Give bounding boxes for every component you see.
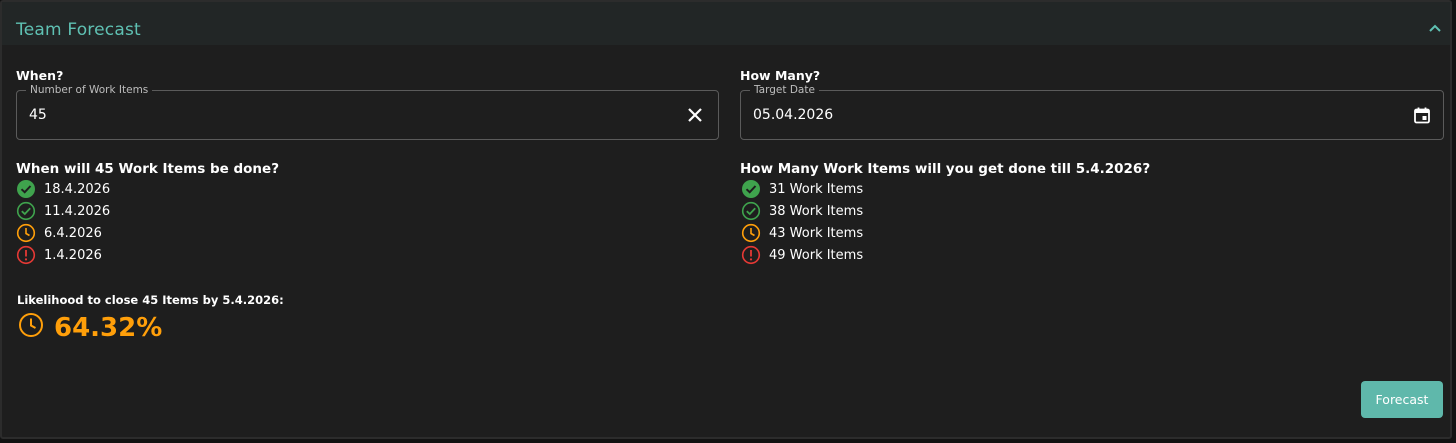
when-result-row: 6.4.2026 <box>16 223 102 243</box>
number-of-work-items-value[interactable]: 45 <box>29 107 47 123</box>
how-many-result-text: 43 Work Items <box>769 225 864 241</box>
clock-icon <box>16 223 36 243</box>
how-many-result-row: 31 Work Items <box>741 179 863 199</box>
number-of-work-items-legend: Number of Work Items <box>26 83 153 97</box>
team-forecast-panel: Team Forecast When? Number of Work Items… <box>0 0 1452 439</box>
how-many-question: How Many Work Items will you get done ti… <box>740 161 1151 177</box>
when-result-text: 11.4.2026 <box>44 203 111 219</box>
alert-circle-icon <box>16 245 36 265</box>
check-circle-outline-icon <box>741 201 761 221</box>
how-many-result-row: 38 Work Items <box>741 201 863 221</box>
check-circle-icon <box>17 180 35 198</box>
clock-icon <box>19 313 43 337</box>
when-result-text: 6.4.2026 <box>44 225 102 241</box>
likelihood-label: Likelihood to close 45 Items by 5.4.2026… <box>17 293 284 307</box>
when-result-row: 18.4.2026 <box>16 179 110 199</box>
panel-header[interactable]: Team Forecast <box>2 2 1450 45</box>
when-result-text: 18.4.2026 <box>44 181 111 197</box>
how-many-result-text: 38 Work Items <box>769 203 864 219</box>
likelihood-value: 64.32% <box>54 313 163 343</box>
number-of-work-items-field[interactable]: Number of Work Items 45 <box>16 83 719 140</box>
how-many-result-text: 49 Work Items <box>769 247 864 263</box>
when-result-row: 11.4.2026 <box>16 201 110 221</box>
calendar-icon[interactable] <box>1413 106 1431 124</box>
clock-icon <box>741 223 761 243</box>
check-circle-outline-icon <box>16 201 36 221</box>
check-circle-icon <box>742 180 760 198</box>
how-many-result-text: 31 Work Items <box>769 181 864 197</box>
target-date-value[interactable]: 05.04.2026 <box>753 107 833 123</box>
when-result-row: 1.4.2026 <box>16 245 102 265</box>
how-many-result-row: 43 Work Items <box>741 223 863 243</box>
panel-title: Team Forecast <box>16 20 141 40</box>
clear-icon[interactable] <box>686 106 704 124</box>
how-many-result-row: 49 Work Items <box>741 245 863 265</box>
how-many-label: How Many? <box>740 68 821 83</box>
when-question: When will 45 Work Items be done? <box>16 161 280 177</box>
target-date-field[interactable]: Target Date 05.04.2026 <box>740 83 1444 140</box>
when-label: When? <box>16 68 64 83</box>
forecast-button[interactable]: Forecast <box>1361 381 1443 418</box>
target-date-legend: Target Date <box>750 83 819 97</box>
chevron-up-icon[interactable] <box>1428 23 1442 33</box>
when-result-text: 1.4.2026 <box>44 247 102 263</box>
alert-circle-icon <box>741 245 761 265</box>
